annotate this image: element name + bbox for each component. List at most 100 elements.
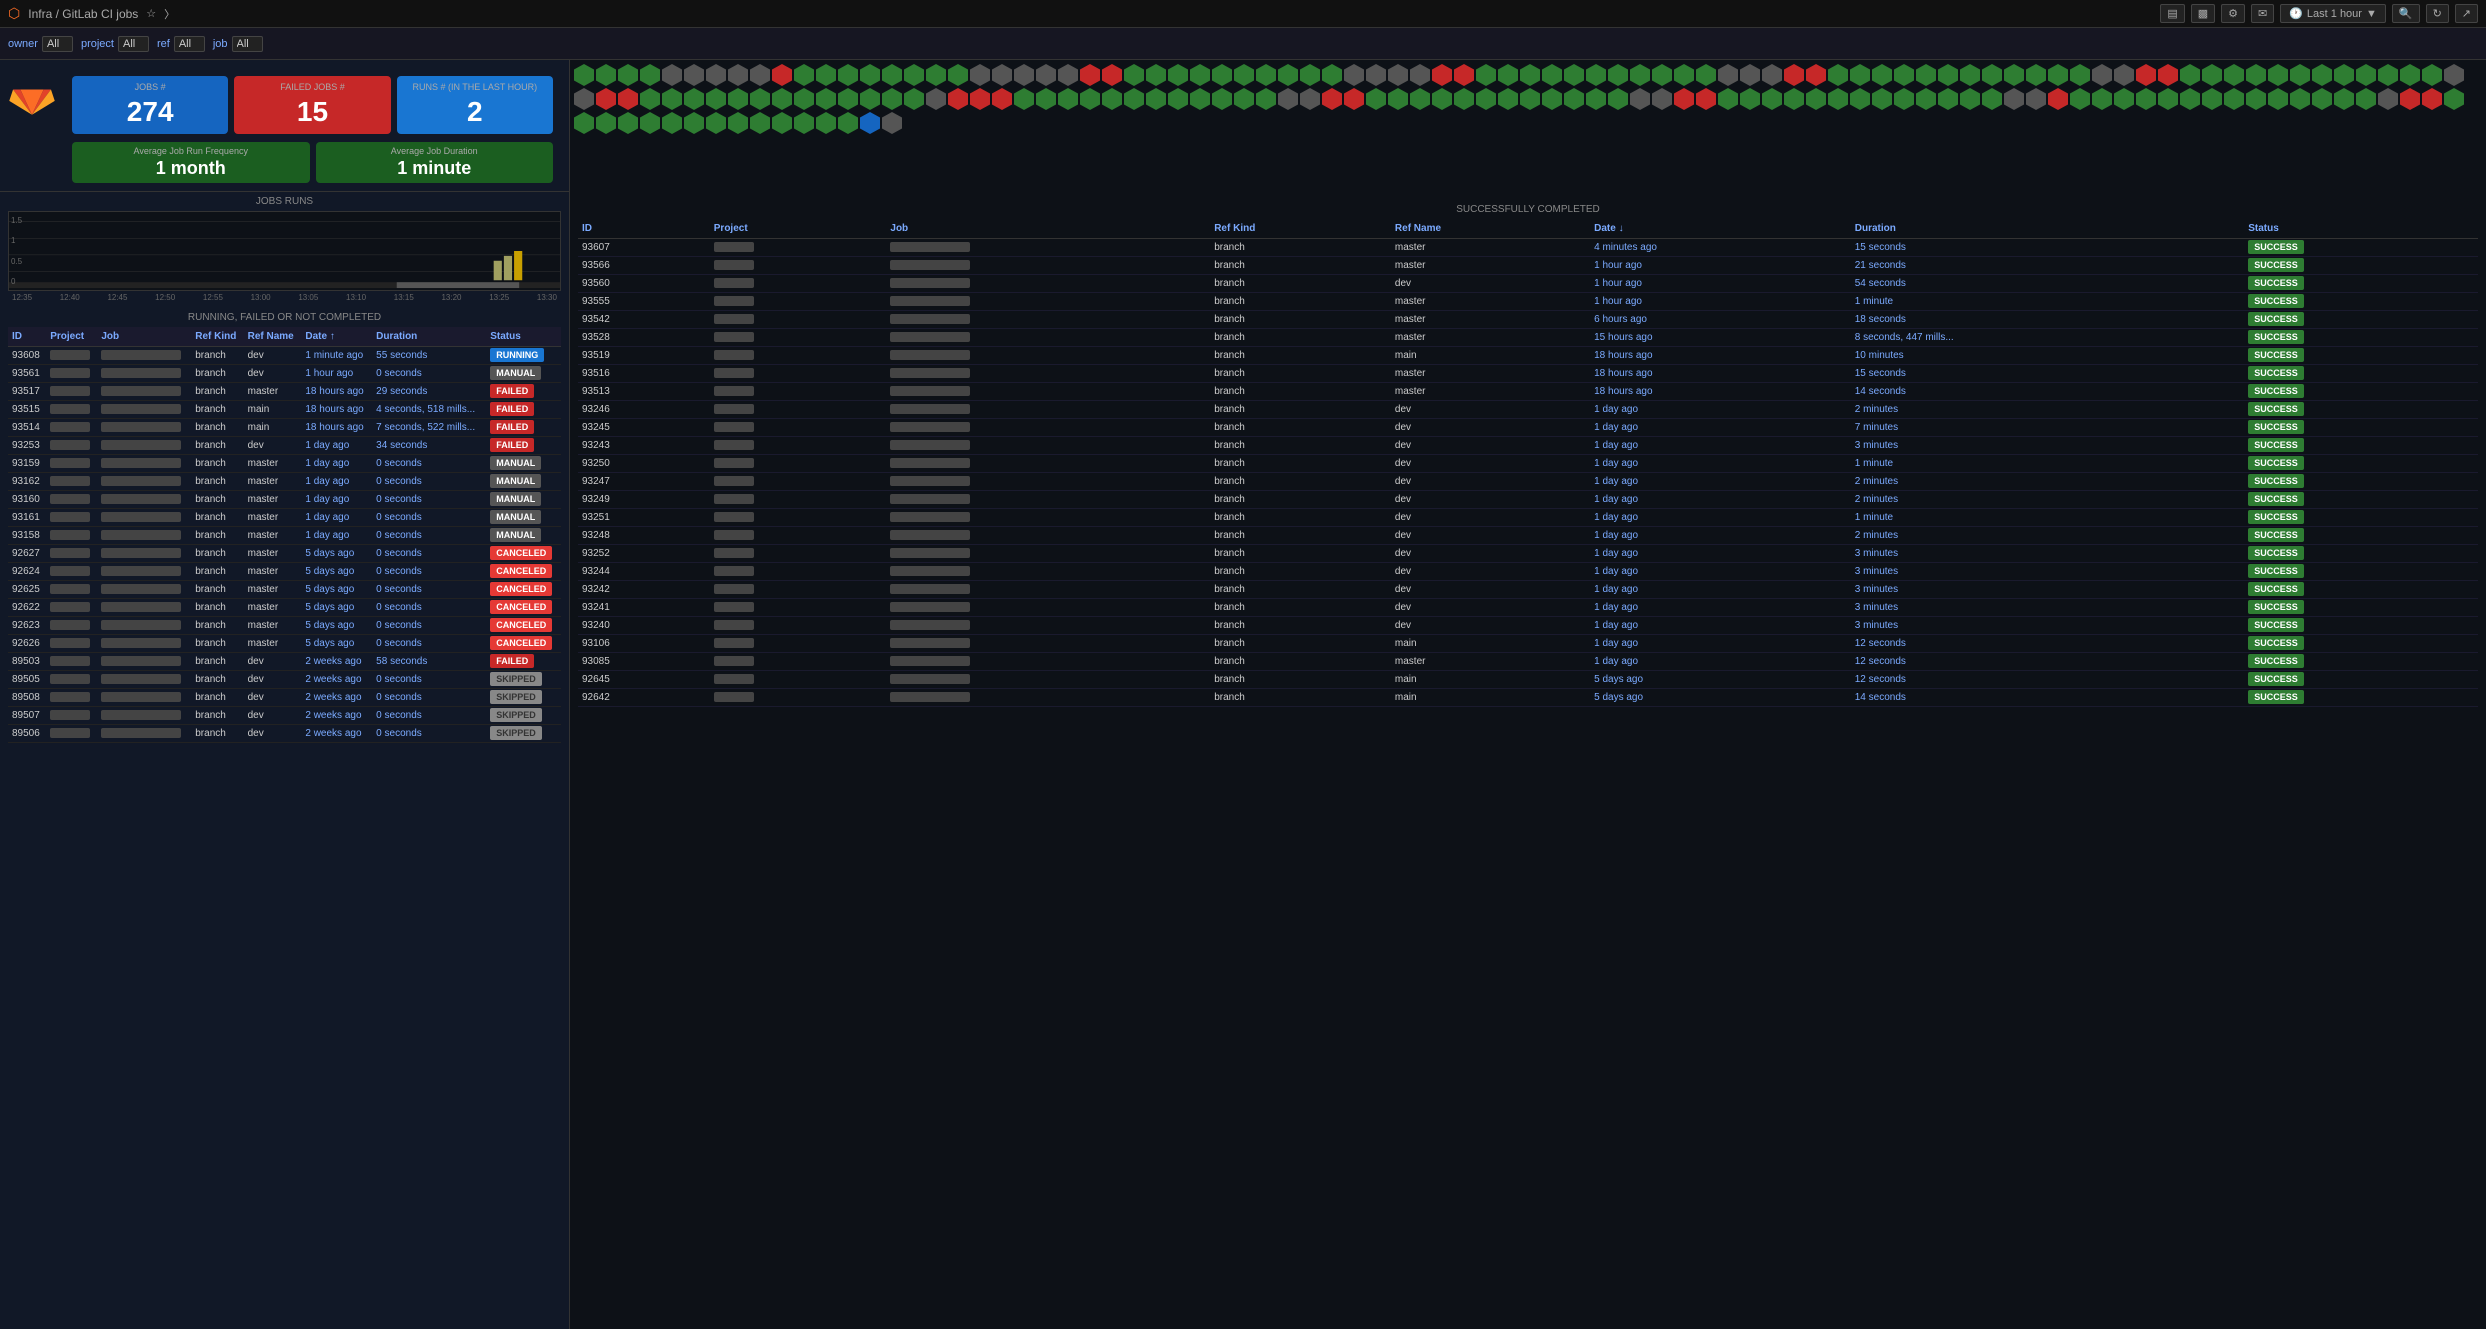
- status-badge: SUCCESS: [2248, 330, 2304, 344]
- left-table-body: 93608 branch dev 1 minute ago 55 seconds…: [8, 347, 561, 743]
- hex-cell: [1146, 64, 1166, 86]
- table-row[interactable]: 89503 branch dev 2 weeks ago 58 seconds …: [8, 653, 561, 671]
- table-row[interactable]: 93241 branch dev 1 day ago 3 minutes SUC…: [578, 599, 2478, 617]
- cell-job: [886, 257, 1210, 275]
- table-row[interactable]: 89508 branch dev 2 weeks ago 0 seconds S…: [8, 689, 561, 707]
- table-row[interactable]: 93608 branch dev 1 minute ago 55 seconds…: [8, 347, 561, 365]
- hex-cell: [1410, 88, 1430, 110]
- table-row[interactable]: 93516 branch master 18 hours ago 15 seco…: [578, 365, 2478, 383]
- cell-duration: 3 minutes: [1851, 563, 2244, 581]
- hex-cell: [2114, 88, 2134, 110]
- table-row[interactable]: 93513 branch master 18 hours ago 14 seco…: [578, 383, 2478, 401]
- cell-project: [46, 491, 97, 509]
- col-refkind[interactable]: Ref Kind: [191, 327, 243, 347]
- filter-project-select[interactable]: All: [118, 36, 149, 52]
- table-row[interactable]: 93515 branch main 18 hours ago 4 seconds…: [8, 401, 561, 419]
- scol-status[interactable]: Status: [2244, 219, 2478, 239]
- table-row[interactable]: 92627 branch master 5 days ago 0 seconds…: [8, 545, 561, 563]
- scol-date[interactable]: Date ↓: [1590, 219, 1851, 239]
- table-row[interactable]: 93251 branch dev 1 day ago 1 minute SUCC…: [578, 509, 2478, 527]
- col-job[interactable]: Job: [97, 327, 191, 347]
- table-row[interactable]: 89506 branch dev 2 weeks ago 0 seconds S…: [8, 725, 561, 743]
- table-row[interactable]: 93528 branch master 15 hours ago 8 secon…: [578, 329, 2478, 347]
- table-row[interactable]: 92625 branch master 5 days ago 0 seconds…: [8, 581, 561, 599]
- table-row[interactable]: 93106 branch main 1 day ago 12 seconds S…: [578, 635, 2478, 653]
- hex-section: [570, 60, 2486, 200]
- table-row[interactable]: 92623 branch master 5 days ago 0 seconds…: [8, 617, 561, 635]
- table-row[interactable]: 93514 branch main 18 hours ago 7 seconds…: [8, 419, 561, 437]
- table-row[interactable]: 93160 branch master 1 day ago 0 seconds …: [8, 491, 561, 509]
- chart-icon-btn[interactable]: ▤: [2160, 4, 2184, 23]
- cell-job: [886, 635, 1210, 653]
- table-row[interactable]: 93248 branch dev 1 day ago 2 minutes SUC…: [578, 527, 2478, 545]
- table-row[interactable]: 93542 branch master 6 hours ago 18 secon…: [578, 311, 2478, 329]
- table-row[interactable]: 93519 branch main 18 hours ago 10 minute…: [578, 347, 2478, 365]
- filter-owner-select[interactable]: All: [42, 36, 73, 52]
- table-row[interactable]: 93162 branch master 1 day ago 0 seconds …: [8, 473, 561, 491]
- table-row[interactable]: 89507 branch dev 2 weeks ago 0 seconds S…: [8, 707, 561, 725]
- table-row[interactable]: 93158 branch master 1 day ago 0 seconds …: [8, 527, 561, 545]
- cell-status: SUCCESS: [2244, 671, 2478, 689]
- refresh-icon-btn[interactable]: ↻: [2426, 4, 2449, 23]
- cell-refname: dev: [1391, 473, 1590, 491]
- bar-icon-btn[interactable]: ▩: [2191, 4, 2215, 23]
- table-row[interactable]: 92645 branch main 5 days ago 12 seconds …: [578, 671, 2478, 689]
- cell-duration: 15 seconds: [1851, 239, 2244, 257]
- cell-job: [886, 419, 1210, 437]
- table-row[interactable]: 93555 branch master 1 hour ago 1 minute …: [578, 293, 2478, 311]
- table-row[interactable]: 93244 branch dev 1 day ago 3 minutes SUC…: [578, 563, 2478, 581]
- table-row[interactable]: 93249 branch dev 1 day ago 2 minutes SUC…: [578, 491, 2478, 509]
- table-row[interactable]: 92624 branch master 5 days ago 0 seconds…: [8, 563, 561, 581]
- cell-refname: master: [244, 581, 302, 599]
- hex-cell: [684, 112, 704, 134]
- table-row[interactable]: 93252 branch dev 1 day ago 3 minutes SUC…: [578, 545, 2478, 563]
- scol-job[interactable]: Job: [886, 219, 1210, 239]
- star-icon[interactable]: ☆: [146, 7, 156, 20]
- col-id[interactable]: ID: [8, 327, 46, 347]
- table-row[interactable]: 93250 branch dev 1 day ago 1 minute SUCC…: [578, 455, 2478, 473]
- success-title: SUCCESSFULLY COMPLETED: [578, 204, 2478, 215]
- comment-icon-btn[interactable]: ✉: [2251, 4, 2274, 23]
- table-row[interactable]: 93243 branch dev 1 day ago 3 minutes SUC…: [578, 437, 2478, 455]
- cell-status: MANUAL: [486, 455, 561, 473]
- filter-ref-select[interactable]: All: [174, 36, 205, 52]
- col-status[interactable]: Status: [486, 327, 561, 347]
- cell-date: 2 weeks ago: [301, 689, 372, 707]
- cell-duration: 8 seconds, 447 mills...: [1851, 329, 2244, 347]
- table-row[interactable]: 93517 branch master 18 hours ago 29 seco…: [8, 383, 561, 401]
- col-refname[interactable]: Ref Name: [244, 327, 302, 347]
- gear-icon-btn[interactable]: ⚙: [2221, 4, 2245, 23]
- table-row[interactable]: 92626 branch master 5 days ago 0 seconds…: [8, 635, 561, 653]
- expand-icon-btn[interactable]: ↗: [2455, 4, 2478, 23]
- filter-job-select[interactable]: All: [232, 36, 263, 52]
- table-row[interactable]: 93561 branch dev 1 hour ago 0 seconds MA…: [8, 365, 561, 383]
- table-row[interactable]: 93560 branch dev 1 hour ago 54 seconds S…: [578, 275, 2478, 293]
- table-row[interactable]: 93247 branch dev 1 day ago 2 minutes SUC…: [578, 473, 2478, 491]
- table-row[interactable]: 93253 branch dev 1 day ago 34 seconds FA…: [8, 437, 561, 455]
- col-date[interactable]: Date ↑: [301, 327, 372, 347]
- cell-duration: 4 seconds, 518 mills...: [372, 401, 486, 419]
- table-row[interactable]: 93242 branch dev 1 day ago 3 minutes SUC…: [578, 581, 2478, 599]
- table-row[interactable]: 93245 branch dev 1 day ago 7 minutes SUC…: [578, 419, 2478, 437]
- table-row[interactable]: 93566 branch master 1 hour ago 21 second…: [578, 257, 2478, 275]
- table-row[interactable]: 93240 branch dev 1 day ago 3 minutes SUC…: [578, 617, 2478, 635]
- scol-duration[interactable]: Duration: [1851, 219, 2244, 239]
- table-row[interactable]: 89505 branch dev 2 weeks ago 0 seconds S…: [8, 671, 561, 689]
- table-row[interactable]: 93085 branch master 1 day ago 12 seconds…: [578, 653, 2478, 671]
- col-project[interactable]: Project: [46, 327, 97, 347]
- share-icon[interactable]: 〉: [164, 6, 175, 22]
- table-row[interactable]: 93161 branch master 1 day ago 0 seconds …: [8, 509, 561, 527]
- search-icon-btn[interactable]: 🔍: [2392, 4, 2420, 23]
- scol-id[interactable]: ID: [578, 219, 710, 239]
- table-row[interactable]: 93607 branch master 4 minutes ago 15 sec…: [578, 239, 2478, 257]
- time-range-picker[interactable]: 🕐 Last 1 hour ▼: [2280, 4, 2386, 23]
- table-row[interactable]: 92642 branch main 5 days ago 14 seconds …: [578, 689, 2478, 707]
- table-row[interactable]: 92622 branch master 5 days ago 0 seconds…: [8, 599, 561, 617]
- scol-project[interactable]: Project: [710, 219, 887, 239]
- table-row[interactable]: 93159 branch master 1 day ago 0 seconds …: [8, 455, 561, 473]
- table-row[interactable]: 93246 branch dev 1 day ago 2 minutes SUC…: [578, 401, 2478, 419]
- status-badge: SUCCESS: [2248, 618, 2304, 632]
- scol-refkind[interactable]: Ref Kind: [1210, 219, 1391, 239]
- col-duration[interactable]: Duration: [372, 327, 486, 347]
- scol-refname[interactable]: Ref Name: [1391, 219, 1590, 239]
